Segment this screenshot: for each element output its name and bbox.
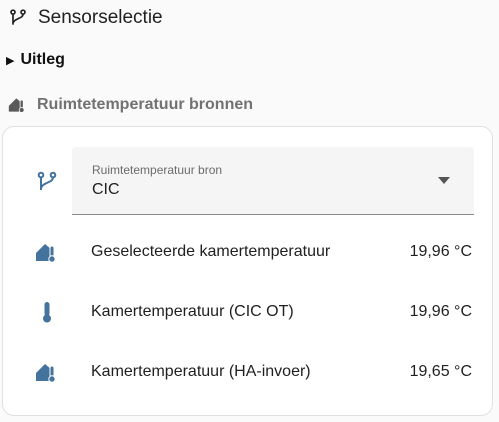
select-value: CIC — [92, 181, 120, 198]
thermometer-icon — [43, 302, 51, 323]
row-label: Geselecteerde kamertemperatuur — [91, 243, 331, 260]
row-value: 19,65 °C — [409, 363, 472, 380]
sources-card: Ruimtetemperatuur bron CIC Geselecteerde… — [2, 126, 493, 416]
home-thermometer-icon — [36, 364, 56, 383]
row-label: Kamertemperatuur (CIC OT) — [91, 303, 294, 320]
room-temperature-source-select[interactable]: Ruimtetemperatuur bron CIC — [72, 147, 474, 215]
list-item[interactable]: Kamertemperatuur (HA-invoer) 19,65 °C — [3, 352, 492, 392]
row-label: Kamertemperatuur (HA-invoer) — [91, 363, 311, 380]
section-title: Ruimtetemperatuur bronnen — [37, 96, 254, 113]
select-label: Ruimtetemperatuur bron — [92, 163, 223, 177]
chevron-down-icon[interactable] — [438, 177, 450, 185]
source-branch-icon — [10, 9, 26, 25]
expand-triangle-icon: ▶ — [6, 54, 15, 67]
row-value: 19,96 °C — [409, 243, 472, 260]
page-title: Sensorselectie — [38, 7, 163, 28]
row-value: 19,96 °C — [409, 303, 472, 320]
list-item[interactable]: Kamertemperatuur (CIC OT) 19,96 °C — [3, 292, 492, 332]
section-header: Ruimtetemperatuur bronnen — [8, 94, 253, 116]
list-item[interactable]: Geselecteerde kamertemperatuur 19,96 °C — [3, 232, 492, 272]
page-header: Sensorselectie — [8, 4, 163, 32]
home-thermometer-icon — [8, 98, 25, 113]
uitleg-toggle[interactable]: ▶ Uitleg — [6, 50, 65, 70]
home-thermometer-icon — [36, 244, 56, 263]
source-branch-icon — [37, 171, 57, 190]
source-select-row: Ruimtetemperatuur bron CIC — [3, 147, 492, 217]
uitleg-label: Uitleg — [20, 51, 65, 68]
